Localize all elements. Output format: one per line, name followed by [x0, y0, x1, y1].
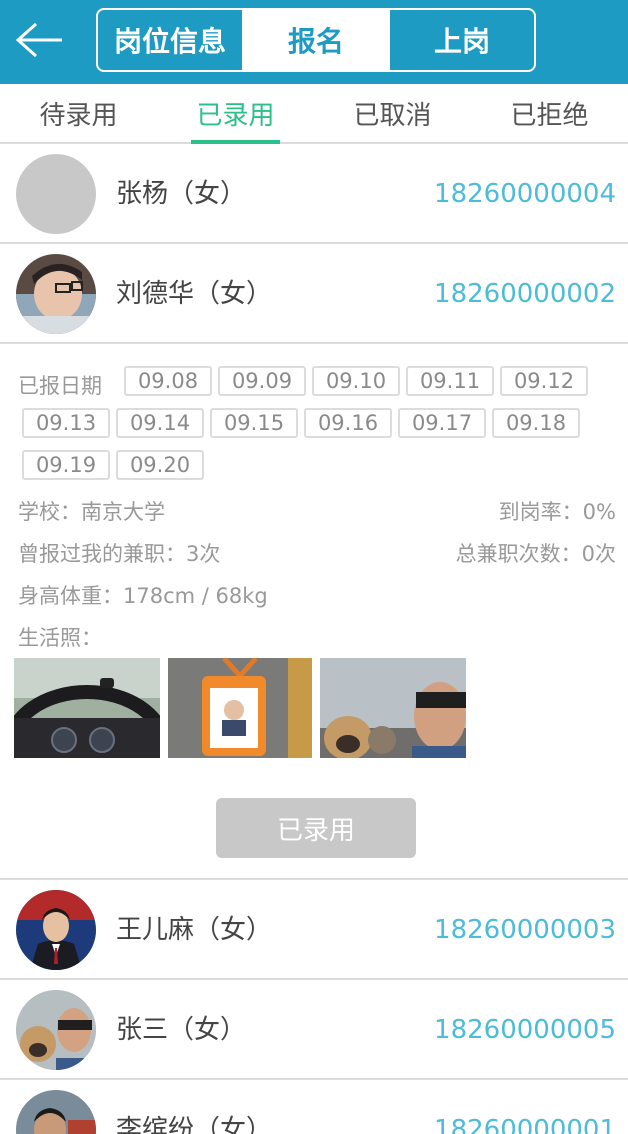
candidate-row[interactable]: 刘德华（女） 18260000002 — [0, 244, 628, 344]
candidate-row[interactable]: 李缤纷（女） 18260000001 — [0, 1080, 628, 1134]
date-chip: 09.18 — [492, 408, 580, 438]
candidate-name: 李缤纷（女） — [116, 1115, 273, 1134]
tab-rejected[interactable]: 已拒绝 — [471, 84, 628, 142]
avatar — [16, 1090, 96, 1134]
top-bar: 岗位信息 报名 上岗 — [0, 0, 628, 84]
date-chip: 09.19 — [22, 450, 110, 480]
applied-dates-label: 已报日期 — [18, 374, 102, 398]
candidate-phone[interactable]: 18260000003 — [434, 880, 616, 980]
back-arrow-icon[interactable] — [14, 20, 66, 60]
candidate-name: 张三（女） — [116, 1015, 247, 1045]
candidate-phone[interactable]: 18260000001 — [434, 1080, 616, 1134]
date-chip: 09.14 — [116, 408, 204, 438]
avatar — [16, 154, 96, 234]
candidate-name: 刘德华（女） — [116, 279, 273, 309]
segment-on-duty[interactable]: 上岗 — [388, 10, 534, 70]
avatar — [16, 254, 96, 334]
date-chip: 09.08 — [124, 366, 212, 396]
attendance-rate-text: 到岗率：0% — [498, 500, 616, 524]
candidate-row[interactable]: 王儿麻（女） 18260000003 — [0, 880, 628, 980]
life-photo-dogs[interactable] — [320, 658, 466, 758]
applied-count-text: 曾报过我的兼职：3次 — [18, 542, 221, 566]
tab-pending[interactable]: 待录用 — [0, 84, 157, 142]
date-chip: 09.17 — [398, 408, 486, 438]
date-chip: 09.11 — [406, 366, 494, 396]
date-chip: 09.09 — [218, 366, 306, 396]
tab-cancelled[interactable]: 已取消 — [314, 84, 471, 142]
candidate-detail-panel: 已报日期 09.08 09.09 09.10 09.11 09.12 09.13… — [0, 344, 628, 880]
date-chip: 09.16 — [304, 408, 392, 438]
date-chip: 09.10 — [312, 366, 400, 396]
photos-label: 生活照： — [18, 626, 102, 650]
date-chip: 09.13 — [22, 408, 110, 438]
candidate-phone[interactable]: 18260000004 — [434, 144, 616, 244]
avatar — [16, 990, 96, 1070]
segment-signup[interactable]: 报名 — [242, 10, 388, 70]
candidate-name: 王儿麻（女） — [116, 915, 273, 945]
life-photo-badge[interactable] — [168, 658, 312, 758]
hired-button[interactable]: 已录用 — [216, 798, 416, 858]
candidate-phone[interactable]: 18260000002 — [434, 244, 616, 344]
height-weight-text: 身高体重：178cm / 68kg — [18, 584, 268, 608]
segment-control: 岗位信息 报名 上岗 — [96, 8, 536, 72]
candidate-row[interactable]: 张杨（女） 18260000004 — [0, 144, 628, 244]
school-text: 学校：南京大学 — [18, 500, 165, 524]
candidate-phone[interactable]: 18260000005 — [434, 980, 616, 1080]
tab-hired[interactable]: 已录用 — [157, 84, 314, 144]
candidate-row[interactable]: 张三（女） 18260000005 — [0, 980, 628, 1080]
date-chip: 09.20 — [116, 450, 204, 480]
date-chip: 09.12 — [500, 366, 588, 396]
date-chip: 09.15 — [210, 408, 298, 438]
life-photos — [14, 658, 474, 758]
segment-job-info[interactable]: 岗位信息 — [98, 10, 242, 70]
total-jobs-text: 总兼职次数：0次 — [455, 542, 616, 566]
candidate-name: 张杨（女） — [116, 179, 247, 209]
status-tabs: 待录用 已录用 已取消 已拒绝 — [0, 84, 628, 144]
life-photo-car[interactable] — [14, 658, 160, 758]
avatar — [16, 890, 96, 970]
